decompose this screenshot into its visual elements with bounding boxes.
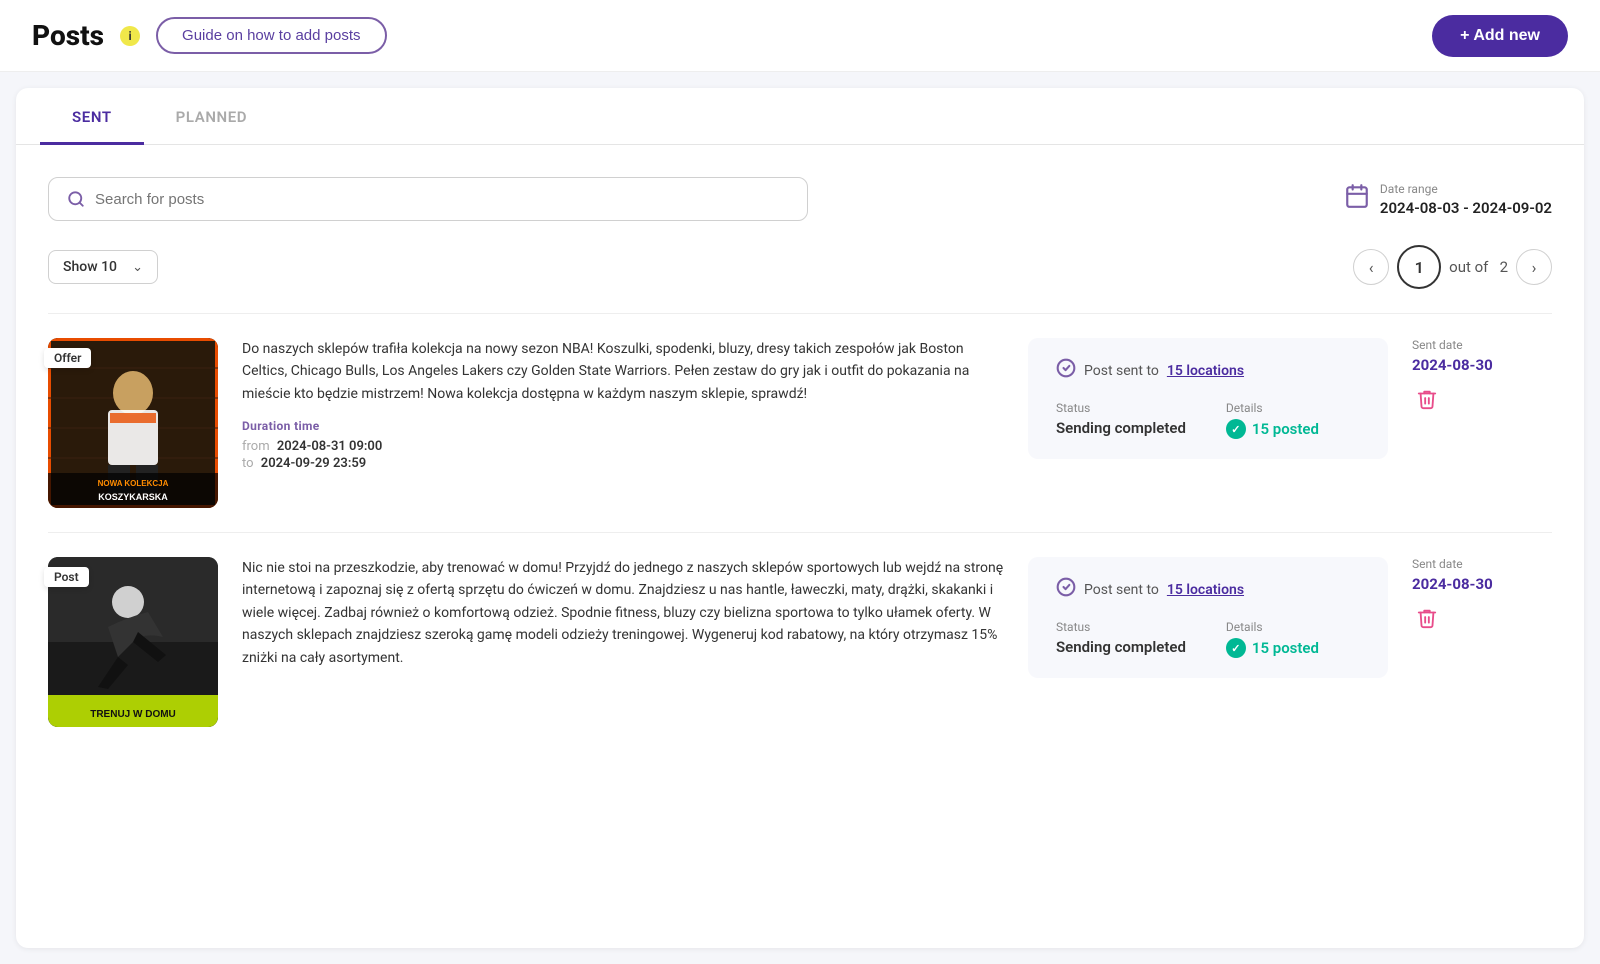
post-text: Do naszych sklepów trafiła kolekcja na n… (242, 338, 1004, 405)
sent-date-delete: Sent date 2024-08-30 (1412, 557, 1552, 639)
show-pagination-row: Show 10 ⌄ ‹ 1 out of 2 › (48, 245, 1552, 289)
next-page-button[interactable]: › (1516, 249, 1552, 285)
duration-to: to 2024-09-29 23:59 (242, 456, 1004, 471)
sent-date-block: Sent date 2024-08-30 (1412, 338, 1552, 374)
guide-button[interactable]: Guide on how to add posts (156, 17, 386, 54)
add-new-button[interactable]: + Add new (1432, 15, 1568, 57)
current-page: 1 (1397, 245, 1441, 289)
sent-date-delete: Sent date 2024-08-30 (1412, 338, 1552, 420)
posted-link[interactable]: ✓ 15 posted (1226, 419, 1319, 439)
search-input[interactable] (95, 191, 789, 208)
delete-button[interactable] (1412, 384, 1442, 420)
sent-to-row: Post sent to 15 locations (1056, 358, 1360, 383)
post-content: Do naszych sklepów trafiła kolekcja na n… (242, 338, 1004, 473)
main-container: SENT PLANNED (16, 88, 1584, 948)
card-right: Post sent to 15 locations Status Sending… (1028, 338, 1552, 459)
duration-from: from 2024-08-31 09:00 (242, 439, 1004, 454)
search-date-row: Date range 2024-08-03 - 2024-09-02 (48, 177, 1552, 221)
status-details-row: Status Sending completed Details ✓ 15 po… (1056, 620, 1360, 658)
svg-text:TRENUJ W DOMU: TRENUJ W DOMU (90, 709, 176, 720)
details-col: Details ✓ 15 posted (1226, 620, 1319, 658)
status-col: Status Sending completed (1056, 401, 1186, 439)
posted-link[interactable]: ✓ 15 posted (1226, 638, 1319, 658)
locations-link[interactable]: 15 locations (1167, 363, 1244, 379)
svg-text:NOWA KOLEKCJA: NOWA KOLEKCJA (98, 479, 169, 488)
post-content: Nic nie stoi na przeszkodzie, aby trenow… (242, 557, 1004, 683)
top-header: Posts i Guide on how to add posts + Add … (0, 0, 1600, 72)
sent-date-block: Sent date 2024-08-30 (1412, 557, 1552, 593)
tab-sent[interactable]: SENT (40, 88, 144, 145)
page-title: Posts (32, 19, 104, 52)
post-card: Offer (48, 313, 1552, 532)
post-type-badge: Post (44, 567, 89, 587)
post-thumbnail-wrap: Offer (48, 338, 218, 508)
out-of-label: out of 2 (1449, 258, 1508, 276)
status-details-row: Status Sending completed Details ✓ 15 po… (1056, 401, 1360, 439)
search-icon (67, 190, 85, 208)
svg-text:KOSZYKARSKA: KOSZYKARSKA (98, 492, 168, 502)
date-range-info: Date range 2024-08-03 - 2024-09-02 (1380, 182, 1552, 217)
search-box[interactable] (48, 177, 808, 221)
calendar-icon (1344, 183, 1370, 215)
check-circle-icon (1056, 577, 1076, 602)
prev-page-button[interactable]: ‹ (1353, 249, 1389, 285)
content-area: Date range 2024-08-03 - 2024-09-02 Show … (16, 145, 1584, 775)
card-right: Post sent to 15 locations Status Sending… (1028, 557, 1552, 678)
posted-check-icon: ✓ (1226, 419, 1246, 439)
check-circle-icon (1056, 358, 1076, 383)
chevron-down-icon: ⌄ (132, 260, 143, 275)
post-card: Post TRENUJ (48, 532, 1552, 751)
status-col: Status Sending completed (1056, 620, 1186, 658)
status-block: Post sent to 15 locations Status Sending… (1028, 338, 1388, 459)
post-text: Nic nie stoi na przeszkodzie, aby trenow… (242, 557, 1004, 669)
tab-planned[interactable]: PLANNED (144, 88, 280, 145)
info-icon[interactable]: i (120, 26, 140, 46)
show-select[interactable]: Show 10 ⌄ (48, 250, 158, 284)
status-block: Post sent to 15 locations Status Sending… (1028, 557, 1388, 678)
date-range-block: Date range 2024-08-03 - 2024-09-02 (1344, 182, 1552, 217)
delete-button[interactable] (1412, 603, 1442, 639)
pagination: ‹ 1 out of 2 › (1353, 245, 1552, 289)
tabs: SENT PLANNED (16, 88, 1584, 145)
sent-to-row: Post sent to 15 locations (1056, 577, 1360, 602)
details-col: Details ✓ 15 posted (1226, 401, 1319, 439)
post-thumbnail-wrap: Post TRENUJ (48, 557, 218, 727)
locations-link[interactable]: 15 locations (1167, 582, 1244, 598)
header-left: Posts i Guide on how to add posts (32, 17, 387, 54)
post-type-badge: Offer (44, 348, 91, 368)
posted-check-icon: ✓ (1226, 638, 1246, 658)
